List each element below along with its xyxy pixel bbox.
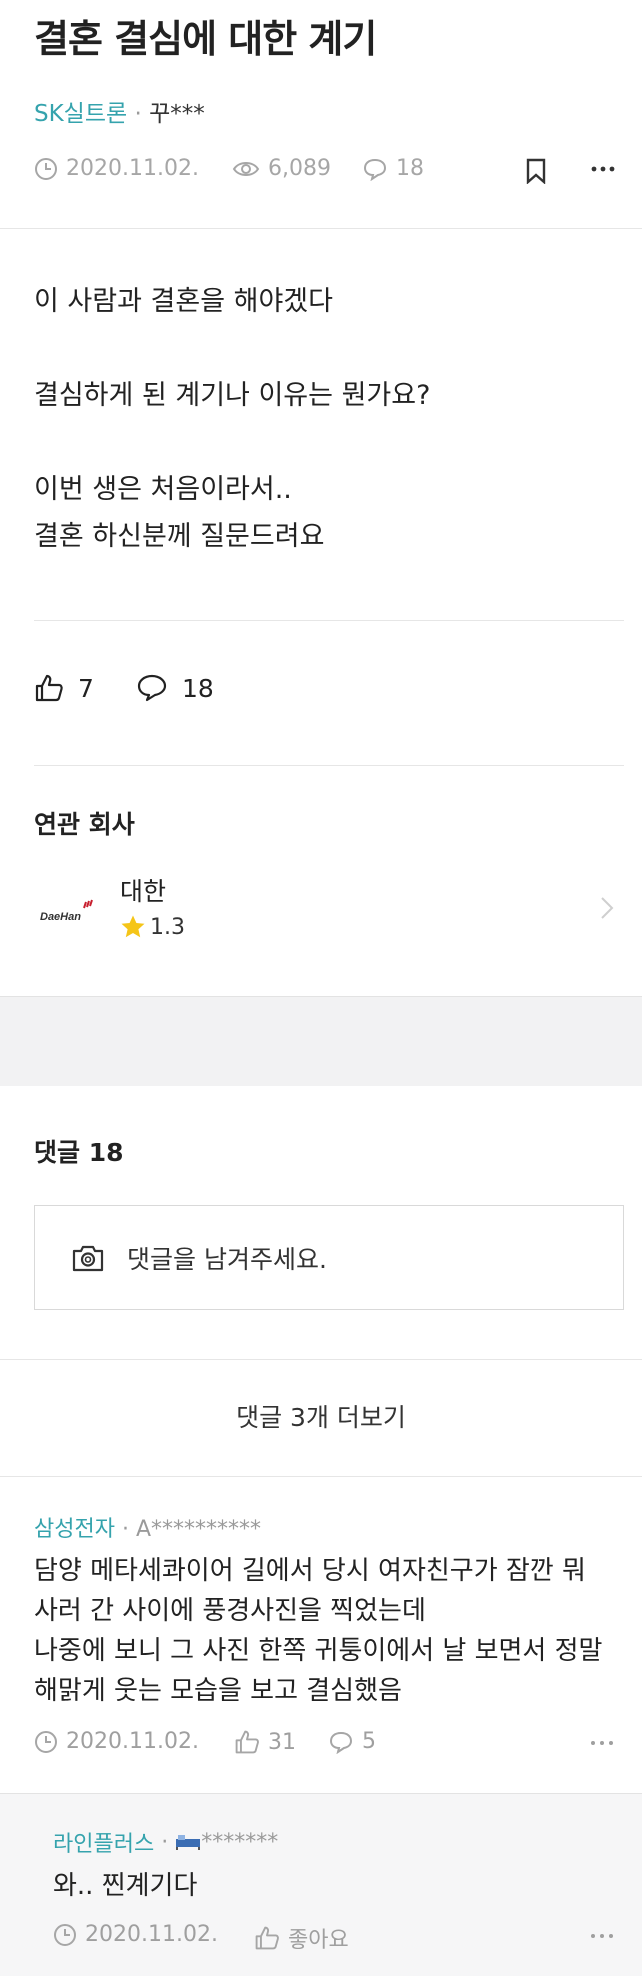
company-rating: 1.3	[120, 914, 185, 940]
reply-more-button[interactable]	[590, 1931, 614, 1941]
reply-text: 와.. 찐계기다	[53, 1871, 198, 1901]
reaction-divider	[34, 765, 624, 766]
load-more-comments-button[interactable]: 댓글 3개 더보기	[0, 1398, 642, 1434]
comment-author-line: 삼성전자 · A**********	[34, 1511, 261, 1543]
comment-line: 나중에 보니 그 사진 한쪽 귀퉁이에서 날 보면서 정말	[34, 1636, 603, 1666]
related-company-heading: 연관 회사	[34, 810, 135, 839]
thumbs-up-icon	[254, 1925, 280, 1951]
bookmark-button[interactable]	[524, 158, 548, 184]
comment-more-button[interactable]	[590, 1738, 614, 1748]
post-views: 6,089	[232, 156, 331, 181]
comment-input[interactable]: 댓글을 남겨주세요.	[34, 1205, 624, 1310]
post-date-text: 2020.11.02.	[66, 156, 199, 181]
company-rating-value: 1.3	[150, 914, 185, 940]
comments-heading: 댓글 18	[34, 1138, 124, 1167]
separator-dot: ·	[127, 101, 150, 127]
post-stats: 2020.11.02. 6,089 18	[34, 156, 620, 186]
comment-reply-button[interactable]: 5	[328, 1729, 376, 1754]
comment-input-placeholder: 댓글을 남겨주세요.	[127, 1244, 327, 1274]
comment-icon	[136, 673, 168, 703]
comment-author: A**********	[135, 1517, 262, 1542]
thumbs-up-icon	[234, 1729, 260, 1755]
comment-line: 사러 간 사이에 풍경사진을 찍었는데	[34, 1596, 426, 1626]
post-comment-count: 18	[362, 156, 424, 181]
post-body-line: 이 사람과 결혼을 해야겠다	[34, 286, 333, 317]
section-separator	[0, 996, 642, 1086]
star-icon	[120, 914, 146, 940]
comment-line: 해맑게 웃는 모습을 보고 결심했음	[34, 1676, 402, 1706]
reply-like-label: 좋아요	[288, 1928, 349, 1953]
thumbs-up-icon	[34, 673, 64, 703]
comments-count: 18	[182, 673, 214, 703]
header-divider	[0, 228, 642, 229]
reply-date: 2020.11.02.	[53, 1922, 218, 1947]
post-author-line: SK실트론 · 꾸***	[34, 94, 205, 128]
more-icon	[590, 1738, 614, 1748]
author-name: 꾸***	[149, 101, 205, 127]
comment-icon	[362, 157, 388, 181]
eye-icon	[232, 158, 260, 180]
reply-date-text: 2020.11.02.	[85, 1922, 218, 1947]
post-comment-count-text: 18	[396, 156, 424, 181]
comment-line: 담양 메타세콰이어 길에서 당시 여자친구가 잠깐 뭐	[34, 1556, 586, 1586]
bed-icon	[175, 1833, 201, 1851]
post-views-text: 6,089	[268, 156, 331, 181]
post-date: 2020.11.02.	[34, 156, 199, 181]
related-company-card[interactable]: DaeHan 대한 1.3	[0, 860, 642, 960]
clock-icon	[53, 1923, 77, 1947]
company-logo: DaeHan	[38, 898, 100, 928]
reply-like-button[interactable]: 좋아요	[254, 1922, 349, 1954]
comment-reply-count: 5	[362, 1729, 376, 1754]
body-divider	[34, 620, 624, 621]
post-body-line: 결혼 하신분께 질문드려요	[34, 521, 325, 552]
comment-icon	[328, 1730, 354, 1754]
separator-dot: ·	[114, 1517, 136, 1542]
comment-like-button[interactable]: 31	[234, 1729, 296, 1755]
clock-icon	[34, 157, 58, 181]
company-logo-text: DaeHan	[40, 911, 81, 923]
camera-icon[interactable]	[71, 1243, 105, 1273]
reply-author: *******	[201, 1829, 279, 1855]
comment-date: 2020.11.02.	[34, 1729, 199, 1754]
chevron-right-icon	[600, 896, 614, 924]
post-body-line: 이번 생은 처음이라서..	[34, 474, 292, 505]
company-link[interactable]: SK실트론	[34, 101, 127, 127]
post-body-line: 결심하게 된 계기나 이유는 뭔가요?	[34, 380, 431, 411]
post-title: 결혼 결심에 대한 계기	[34, 17, 377, 61]
like-button[interactable]: 7	[34, 673, 94, 703]
post-body: 이 사람과 결혼을 해야겠다 결심하게 된 계기나 이유는 뭔가요? 이번 생은…	[34, 278, 430, 560]
comments-divider	[0, 1359, 642, 1360]
comment-date-text: 2020.11.02.	[66, 1729, 199, 1754]
comment-text: 담양 메타세콰이어 길에서 당시 여자친구가 잠깐 뭐 사러 간 사이에 풍경사…	[34, 1551, 602, 1711]
related-company-name: 대한	[120, 877, 167, 906]
clock-icon	[34, 1730, 58, 1754]
comment-company[interactable]: 삼성전자	[34, 1517, 115, 1542]
bookmark-icon	[524, 158, 548, 184]
more-divider	[0, 1476, 642, 1477]
like-count: 7	[78, 673, 94, 703]
separator-dot: ·	[154, 1829, 176, 1855]
comments-button[interactable]: 18	[136, 673, 214, 703]
reply-author-line: 라인플러스 · *******	[53, 1826, 278, 1858]
more-icon	[590, 156, 616, 182]
more-options-button[interactable]	[590, 156, 616, 182]
reply-company[interactable]: 라인플러스	[53, 1826, 154, 1858]
more-icon	[590, 1931, 614, 1941]
comment-like-count: 31	[268, 1729, 296, 1755]
